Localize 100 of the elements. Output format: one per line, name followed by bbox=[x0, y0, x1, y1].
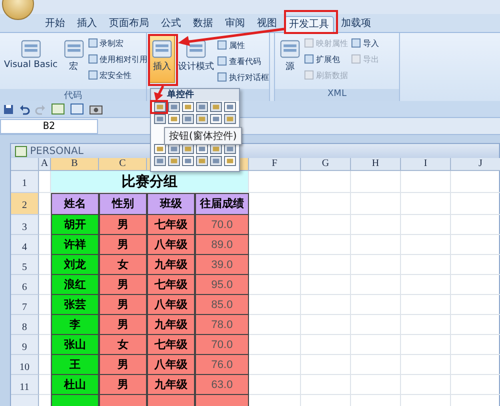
row-header[interactable]: 9 bbox=[11, 335, 39, 355]
name-box[interactable]: B2 bbox=[0, 118, 98, 134]
undo-icon[interactable] bbox=[19, 104, 30, 114]
ribbon-tab[interactable]: 开发工具 bbox=[284, 16, 334, 32]
ribbon-button[interactable]: 执行对话框 bbox=[217, 69, 269, 85]
form-control-icon[interactable] bbox=[154, 144, 166, 154]
column-header[interactable]: F bbox=[249, 158, 301, 171]
form-control-icon[interactable] bbox=[154, 114, 166, 124]
form-control-icon[interactable] bbox=[196, 102, 208, 112]
column-header[interactable]: A bbox=[39, 158, 51, 171]
table-cell bbox=[401, 375, 451, 395]
ribbon-tab[interactable]: 公式 bbox=[156, 16, 186, 32]
workbook-title: PERSONAL bbox=[30, 146, 84, 156]
form-control-icon[interactable] bbox=[196, 114, 208, 124]
table-cell: 63.0 bbox=[195, 375, 249, 395]
ribbon-button[interactable]: 扩展包 bbox=[304, 51, 348, 67]
tool-icon bbox=[88, 70, 98, 80]
row-header[interactable]: 3 bbox=[11, 215, 39, 235]
table-cell: 刘龙 bbox=[51, 255, 99, 275]
form-control-icon[interactable] bbox=[224, 114, 236, 124]
form-control-icon[interactable] bbox=[154, 156, 166, 166]
table-cell: 七年级 bbox=[147, 215, 195, 235]
highlight-box bbox=[148, 34, 178, 86]
form-control-icon[interactable] bbox=[224, 102, 236, 112]
table-cell bbox=[351, 375, 401, 395]
table-cell bbox=[301, 355, 351, 375]
table-cell bbox=[351, 315, 401, 335]
form-control-icon[interactable] bbox=[224, 156, 236, 166]
ribbon-tab[interactable]: 加载项 bbox=[336, 16, 376, 32]
ribbon-tab[interactable]: 开始 bbox=[40, 16, 70, 32]
ribbon-button[interactable]: 导入 bbox=[351, 35, 379, 51]
form-control-icon[interactable] bbox=[196, 144, 208, 154]
form-control-icon[interactable] bbox=[168, 102, 180, 112]
table-cell bbox=[249, 315, 301, 335]
ribbon-button[interactable]: 插入 bbox=[149, 35, 175, 83]
table-cell bbox=[301, 315, 351, 335]
table-cell: 95.0 bbox=[195, 275, 249, 295]
ribbon-tab[interactable]: 插入 bbox=[72, 16, 102, 32]
table-cell bbox=[301, 255, 351, 275]
table-cell: 李 bbox=[51, 315, 99, 335]
ribbon-button[interactable]: 使用相对引用 bbox=[88, 51, 148, 67]
row-header[interactable]: 2 bbox=[11, 193, 39, 215]
ribbon-tab[interactable]: 视图 bbox=[252, 16, 282, 32]
form-control-icon[interactable] bbox=[168, 144, 180, 154]
table-cell bbox=[401, 315, 451, 335]
row-header[interactable]: 11 bbox=[11, 375, 39, 395]
row-header[interactable]: 10 bbox=[11, 355, 39, 375]
form-control-icon[interactable] bbox=[196, 156, 208, 166]
form-control-icon[interactable] bbox=[168, 156, 180, 166]
table-cell bbox=[351, 235, 401, 255]
form-control-icon[interactable] bbox=[168, 114, 180, 124]
form-control-icon[interactable] bbox=[210, 156, 222, 166]
ribbon-button[interactable]: 查看代码 bbox=[217, 53, 269, 69]
table-cell: 女 bbox=[99, 255, 147, 275]
column-header[interactable]: I bbox=[401, 158, 451, 171]
table-cell: 男 bbox=[99, 355, 147, 375]
row-header[interactable]: 8 bbox=[11, 315, 39, 335]
ribbon-button[interactable]: 宏 bbox=[60, 35, 87, 83]
row-header[interactable]: 4 bbox=[11, 235, 39, 255]
column-header[interactable]: G bbox=[301, 158, 351, 171]
form-control-icon[interactable] bbox=[210, 114, 222, 124]
ribbon-tab[interactable]: 审阅 bbox=[220, 16, 250, 32]
sheet-icon[interactable] bbox=[51, 103, 65, 115]
ribbon-button[interactable]: 源 bbox=[277, 35, 303, 83]
ribbon-tab[interactable]: 数据 bbox=[188, 16, 218, 32]
row-header[interactable]: 6 bbox=[11, 275, 39, 295]
ribbon-button[interactable]: 设计模式 bbox=[176, 35, 216, 83]
form-control-icon[interactable] bbox=[224, 144, 236, 154]
table-cell: 九年级 bbox=[147, 315, 195, 335]
row-header[interactable]: 5 bbox=[11, 255, 39, 275]
ribbon-button[interactable]: 录制宏 bbox=[88, 35, 148, 51]
row-header[interactable]: 7 bbox=[11, 295, 39, 315]
form-control-icon[interactable] bbox=[210, 144, 222, 154]
table-cell: 男 bbox=[99, 295, 147, 315]
table-cell: 八年级 bbox=[147, 355, 195, 375]
table-cell bbox=[301, 235, 351, 255]
ribbon-tab[interactable]: 页面布局 bbox=[104, 16, 154, 32]
table-cell bbox=[249, 335, 301, 355]
column-header[interactable]: H bbox=[351, 158, 401, 171]
save-icon[interactable] bbox=[3, 104, 14, 114]
form-control-icon[interactable] bbox=[182, 102, 194, 112]
window-icon[interactable] bbox=[70, 103, 84, 115]
camera-icon[interactable] bbox=[89, 103, 103, 115]
ribbon-button[interactable]: Visual Basic bbox=[2, 35, 60, 83]
column-header[interactable]: J bbox=[451, 158, 500, 171]
table-cell bbox=[401, 171, 451, 193]
row-header[interactable]: 1 bbox=[11, 171, 39, 193]
table-cell bbox=[249, 295, 301, 315]
form-control-icon[interactable] bbox=[182, 144, 194, 154]
column-header[interactable]: C bbox=[99, 158, 147, 171]
ribbon-button[interactable]: 宏安全性 bbox=[88, 67, 148, 83]
form-control-icon[interactable] bbox=[182, 156, 194, 166]
table-header: 班级 bbox=[147, 193, 195, 215]
table-cell bbox=[301, 171, 351, 193]
form-control-icon[interactable] bbox=[210, 102, 222, 112]
form-control-icon[interactable] bbox=[154, 102, 166, 112]
form-control-icon[interactable] bbox=[182, 114, 194, 124]
column-header[interactable]: B bbox=[51, 158, 99, 171]
ribbon-button[interactable]: 属性 bbox=[217, 37, 269, 53]
table-cell: 八年级 bbox=[147, 295, 195, 315]
